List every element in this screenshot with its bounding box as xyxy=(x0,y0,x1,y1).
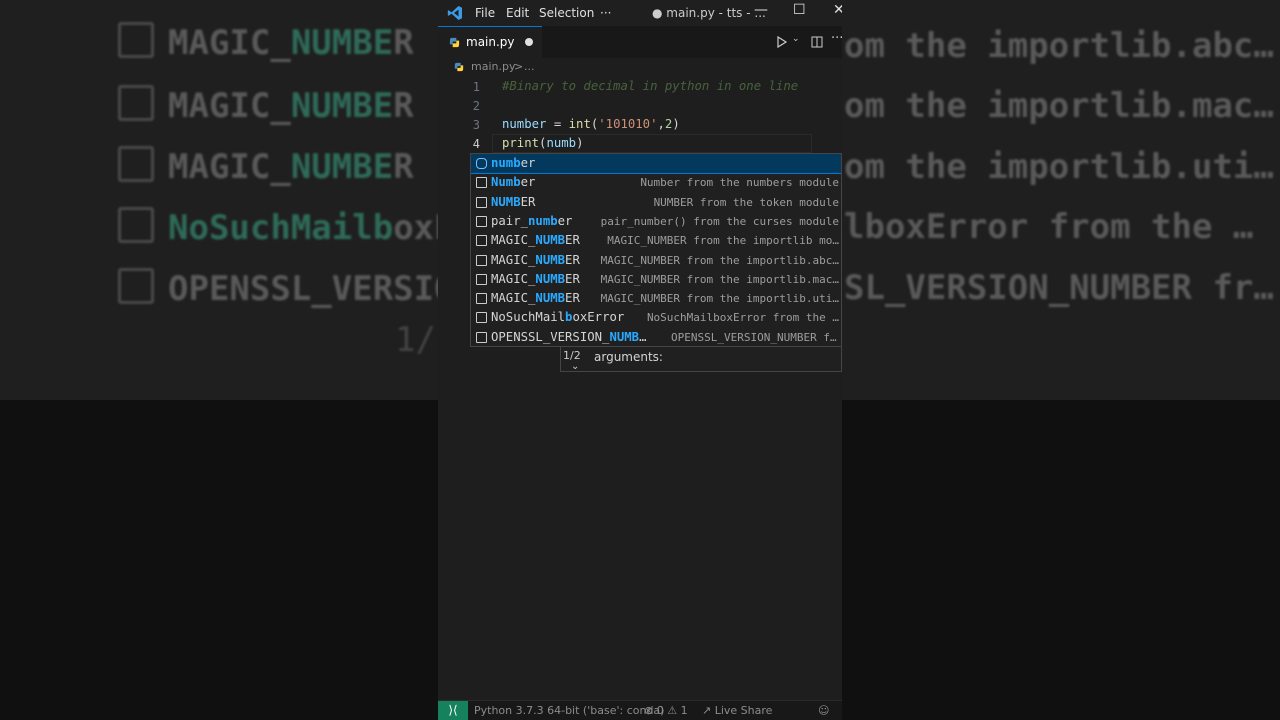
background-detail: SL_VERSION_NUMBER fr… xyxy=(844,268,1274,308)
more-actions-icon[interactable]: ··· xyxy=(831,31,842,46)
module-icon xyxy=(476,215,487,227)
vscode-window: File Edit Selection ··· ● main.py - tts … xyxy=(438,0,842,720)
background-detail: om the importlib.mac… xyxy=(844,86,1274,126)
suggestion-item[interactable]: NUMBER NUMBER from the token module xyxy=(471,193,841,212)
live-share-button[interactable]: ↗ Live Share xyxy=(702,704,772,717)
module-icon xyxy=(476,273,487,285)
suggestion-item[interactable]: NoSuchMailboxError NoSuchMailboxError fr… xyxy=(471,308,841,327)
background-detail: lboxError from the … xyxy=(844,207,1254,247)
suggestion-item[interactable]: MAGIC_NUMBER MAGIC_NUMBER from the impor… xyxy=(471,251,841,270)
suggestion-item[interactable]: Number Number from the numbers module xyxy=(471,173,841,192)
code-line-4: print(numb) xyxy=(502,136,584,150)
suggestion-label: MAGIC_NUMBER xyxy=(491,271,580,286)
minimize-button[interactable]: — xyxy=(754,2,768,18)
suggestion-detail: pair_number() from the curses module xyxy=(600,214,839,228)
background-left-panel: MAGIC_NUMBER MAGIC_NUMBER MAGIC_NUMBER N… xyxy=(0,0,438,400)
background-detail: om the importlib.uti… xyxy=(844,147,1274,187)
chevron-down-icon[interactable]: ⌄ xyxy=(571,361,579,371)
python-file-icon xyxy=(449,37,460,48)
tab-label: main.py xyxy=(466,35,515,49)
split-editor-icon[interactable] xyxy=(811,36,823,48)
suggestion-detail: OPENSSL_VERSION_NUMBER fr… xyxy=(671,330,839,344)
suggestion-item[interactable]: MAGIC_NUMBER MAGIC_NUMBER from the impor… xyxy=(471,270,841,289)
background-row: MAGIC_NUMBER xyxy=(118,22,414,63)
title-bar: File Edit Selection ··· ● main.py - tts … xyxy=(438,0,842,26)
remote-icon[interactable]: ⟩⟨ xyxy=(438,701,468,720)
module-icon xyxy=(476,196,487,208)
suggestion-item[interactable]: MAGIC_NUMBER MAGIC_NUMBER from the impor… xyxy=(471,289,841,308)
line-number: 3 xyxy=(472,118,480,132)
suggestion-item[interactable]: pair_number pair_number() from the curse… xyxy=(471,212,841,231)
chevron-down-icon[interactable]: ⌄ xyxy=(792,34,800,44)
background-sig-count: 1/ xyxy=(395,320,436,360)
code-comment: #Binary to decimal in python in one line xyxy=(502,79,799,93)
signature-text: arguments: xyxy=(594,350,663,364)
run-icon[interactable] xyxy=(776,36,788,48)
error-icon: ⊗ xyxy=(644,704,654,717)
suggestion-widget: number Number Number from the numbers mo… xyxy=(470,153,842,347)
suggestion-label: NUMBER xyxy=(491,194,536,209)
tab-bar: main.py ⌄ ··· xyxy=(438,26,842,58)
suggestion-detail: Number from the numbers module xyxy=(640,176,839,190)
suggestion-detail: MAGIC_NUMBER from the importlib.abc… xyxy=(600,253,839,267)
live-share-icon: ↗ xyxy=(702,704,712,717)
menu-more[interactable]: ··· xyxy=(600,6,611,20)
menu-edit[interactable]: Edit xyxy=(506,6,529,20)
background-row: OPENSSL_VERSION_NUMBER xyxy=(118,268,438,309)
background-row: MAGIC_NUMBER xyxy=(118,146,414,187)
window-title: ● main.py - tts - ... xyxy=(652,6,766,20)
breadcrumb: main.py > ... xyxy=(438,58,842,76)
module-icon xyxy=(476,177,487,189)
module-icon xyxy=(476,331,487,343)
close-button[interactable]: ✕ xyxy=(833,2,842,18)
suggestion-label: MAGIC_NUMBER xyxy=(491,233,580,248)
problems-indicator[interactable]: ⊗ 0 ⚠ 1 xyxy=(644,704,688,717)
suggestion-item[interactable]: MAGIC_NUMBER MAGIC_NUMBER from the impor… xyxy=(471,231,841,250)
suggestion-label: MAGIC_NUMBER xyxy=(491,291,580,306)
warning-icon: ⚠ xyxy=(667,704,678,717)
module-icon xyxy=(476,235,487,247)
module-icon xyxy=(476,254,487,266)
python-interpreter[interactable]: Python 3.7.3 64-bit ('base': conda) xyxy=(474,704,664,717)
suggestion-label: number xyxy=(491,156,536,170)
maximize-button[interactable]: ☐ xyxy=(793,2,806,18)
menu-selection[interactable]: Selection xyxy=(539,6,594,20)
suggestion-label: Number xyxy=(491,175,536,190)
suggestion-label: NoSuchMailboxError xyxy=(491,310,625,325)
vscode-logo-icon xyxy=(447,6,462,20)
feedback-icon[interactable]: ☺ xyxy=(818,704,829,717)
line-number: 1 xyxy=(472,80,480,94)
line-number: 4 xyxy=(472,137,480,151)
suggestion-label: pair_number xyxy=(491,213,573,228)
line-number: 2 xyxy=(472,99,480,113)
suggestion-detail: MAGIC_NUMBER from the importlib.mac… xyxy=(600,272,839,286)
suggestion-label: MAGIC_NUMBER xyxy=(491,252,580,267)
signature-help: 1/2 ⌄ arguments: xyxy=(560,346,842,372)
background-detail: om the importlib.abc… xyxy=(844,26,1274,66)
suggestion-detail: NoSuchMailboxError from the … xyxy=(646,311,839,325)
unsaved-dot-icon[interactable] xyxy=(525,38,533,46)
suggestion-item[interactable]: number xyxy=(471,154,841,174)
module-icon xyxy=(476,312,487,324)
python-file-icon xyxy=(454,62,464,72)
suggestion-item[interactable]: OPENSSL_VERSION_NUMB… OPENSSL_VERSION_NU… xyxy=(471,328,841,346)
background-right-panel: om the importlib.abc… om the importlib.m… xyxy=(842,0,1280,400)
status-bar: ⟩⟨ Python 3.7.3 64-bit ('base': conda) ⊗… xyxy=(438,700,842,720)
breadcrumb-separator: > xyxy=(514,60,524,73)
suggestion-detail: NUMBER from the token module xyxy=(653,195,839,209)
suggestion-detail: MAGIC_NUMBER from the importlib mo… xyxy=(607,234,839,248)
breadcrumb-file[interactable]: main.py xyxy=(471,60,515,73)
menu-file[interactable]: File xyxy=(475,6,495,20)
tab-main-py[interactable]: main.py xyxy=(438,26,542,58)
suggestion-label: OPENSSL_VERSION_NUMB… xyxy=(491,329,647,344)
module-icon xyxy=(476,293,487,305)
background-row: NoSuchMailboxError xyxy=(118,207,438,248)
variable-icon xyxy=(476,158,487,169)
code-line-3: number = int('101010',2) xyxy=(502,117,680,131)
suggestion-detail: MAGIC_NUMBER from the importlib.uti… xyxy=(600,292,839,306)
breadcrumb-more[interactable]: ... xyxy=(524,60,535,73)
background-row: MAGIC_NUMBER xyxy=(118,85,414,126)
